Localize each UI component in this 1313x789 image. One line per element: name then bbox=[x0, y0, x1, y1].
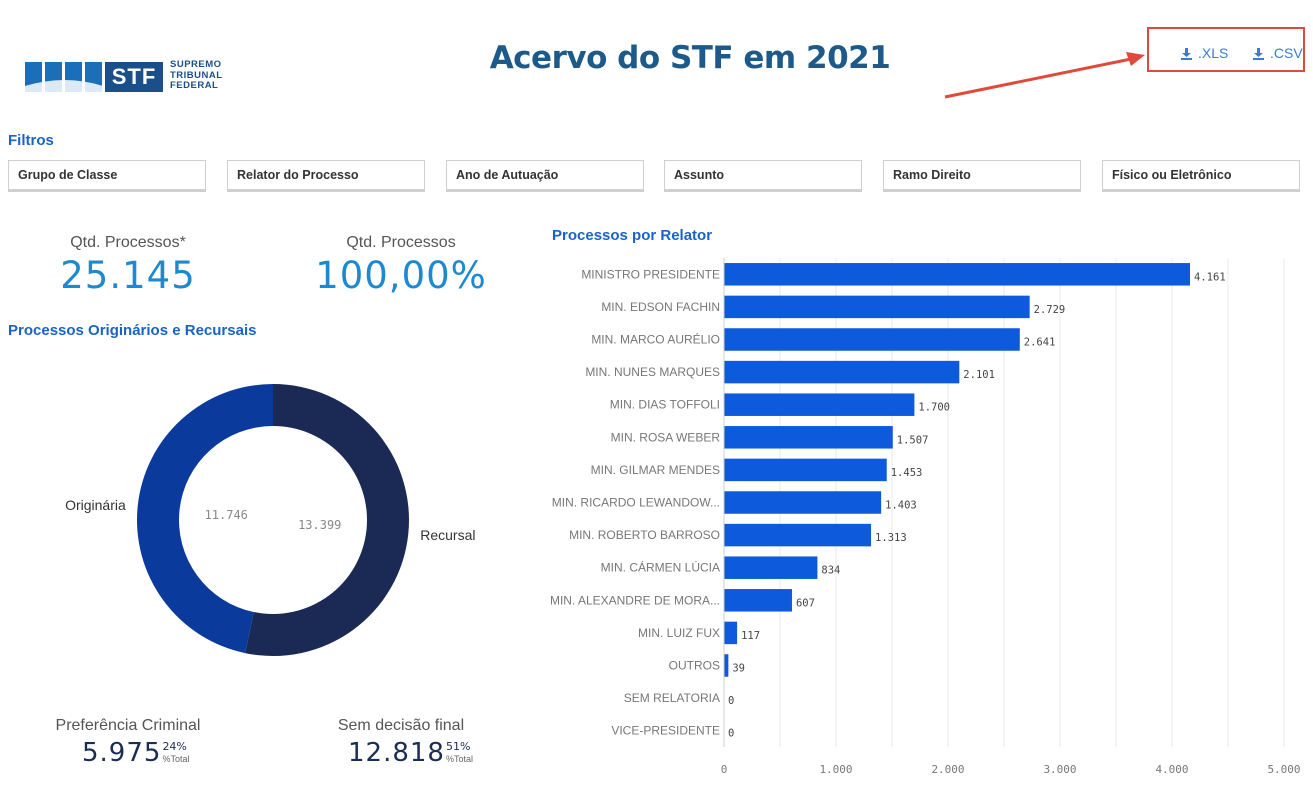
kpi-sem-group: 12.818 51% %Total bbox=[348, 738, 473, 768]
bar-value-label: 0 bbox=[728, 728, 734, 740]
bar-value-label: 2.729 bbox=[1034, 304, 1066, 316]
donut-chart: 13.399 Recursal 11.746 Originária bbox=[65, 384, 475, 656]
filter-label: Relator do Processo bbox=[237, 168, 359, 182]
kpi-pct-label: Qtd. Processos bbox=[346, 234, 456, 251]
kpi-pref-label: Preferência Criminal bbox=[55, 717, 201, 734]
bar-category-label: MIN. DIAS TOFFOLI bbox=[610, 398, 720, 412]
bar-chart-title: Processos por Relator bbox=[552, 227, 713, 244]
kpi-sem-sub: %Total bbox=[445, 754, 473, 764]
bar-category-label: MIN. ROSA WEBER bbox=[611, 430, 721, 444]
bar-value-label: 607 bbox=[796, 597, 815, 609]
filter-ramo-direito[interactable]: Ramo Direito bbox=[883, 160, 1081, 192]
kpi-pref-sub: %Total bbox=[162, 754, 190, 764]
bar[interactable] bbox=[724, 523, 872, 547]
bar-value-label: 1.313 bbox=[875, 532, 907, 544]
x-tick-label: 4.000 bbox=[1155, 763, 1188, 776]
download-icon bbox=[1253, 47, 1264, 60]
bar-category-label: MIN. NUNES MARQUES bbox=[585, 365, 720, 379]
bar[interactable] bbox=[724, 263, 1191, 286]
bar[interactable] bbox=[724, 295, 1030, 319]
bar[interactable] bbox=[724, 393, 915, 416]
bar[interactable] bbox=[724, 589, 792, 612]
bar-value-label: 39 bbox=[732, 663, 745, 675]
filter-label: Grupo de Classe bbox=[18, 168, 118, 182]
export-xls-button[interactable]: .XLS bbox=[1180, 45, 1228, 61]
donut-category-label: Recursal bbox=[420, 527, 475, 543]
kpi-sem-value: 12.818 bbox=[348, 738, 445, 768]
bar-category-label: SEM RELATORIA bbox=[624, 691, 720, 705]
export-xls-label: .XLS bbox=[1198, 45, 1229, 61]
bar[interactable] bbox=[724, 654, 729, 677]
kpi-sem-label: Sem decisão final bbox=[337, 717, 465, 734]
kpi-qtd-value: 25.145 bbox=[60, 254, 196, 297]
kpi-pct-value: 100,00% bbox=[315, 254, 487, 297]
bar-value-label: 2.101 bbox=[963, 369, 995, 381]
bar-category-label: MIN. LUIZ FUX bbox=[638, 626, 720, 640]
logo-line-3: FEDERAL bbox=[170, 80, 219, 91]
kpi-pref-pct-group: 24% %Total bbox=[162, 741, 189, 765]
filters-title: Filtros bbox=[8, 132, 54, 149]
x-tick-label: 3.000 bbox=[1043, 763, 1076, 776]
filter-fisico-ou-eletronico[interactable]: Físico ou Eletrônico bbox=[1102, 160, 1300, 192]
filter-label: Ramo Direito bbox=[893, 168, 971, 182]
kpi-pref-value: 5.975 bbox=[82, 738, 162, 768]
filter-label: Ano de Autuação bbox=[456, 168, 559, 182]
bar-value-label: 834 bbox=[821, 565, 840, 577]
bar-category-label: MIN. CÁRMEN LÚCIA bbox=[601, 560, 720, 575]
bar-category-label: MIN. ALEXANDRE DE MORA... bbox=[550, 593, 720, 607]
bar-value-label: 1.507 bbox=[897, 434, 929, 446]
bar-category-label: MINISTRO PRESIDENTE bbox=[581, 267, 720, 281]
donut-value-label: 11.746 bbox=[205, 508, 248, 522]
bar[interactable] bbox=[724, 621, 738, 645]
kpi-pref-group: 5.975 24% %Total bbox=[82, 738, 189, 768]
x-tick-label: 0 bbox=[721, 763, 728, 776]
x-tick-label: 1.000 bbox=[819, 763, 852, 776]
bar-value-label: 0 bbox=[728, 695, 734, 707]
x-tick-label: 2.000 bbox=[931, 763, 964, 776]
x-tick-label: 5.000 bbox=[1267, 763, 1300, 776]
bar[interactable] bbox=[724, 556, 818, 579]
donut-chart-title: Processos Originários e Recursais bbox=[8, 322, 257, 339]
kpi-qtd-label: Qtd. Processos* bbox=[70, 234, 186, 251]
bar-value-label: 1.700 bbox=[918, 402, 950, 414]
bar-category-label: MIN. GILMAR MENDES bbox=[591, 463, 720, 477]
kpi-sem-pct: 51% bbox=[445, 740, 471, 753]
bar[interactable] bbox=[724, 360, 960, 384]
kpi-pref-pct: 24% bbox=[162, 740, 187, 753]
bar[interactable] bbox=[724, 426, 893, 449]
bar-category-label: VICE-PRESIDENTE bbox=[611, 724, 720, 738]
export-csv-button[interactable]: .CSV bbox=[1252, 45, 1303, 61]
filter-label: Assunto bbox=[674, 168, 724, 182]
filter-relator-do-processo[interactable]: Relator do Processo bbox=[227, 160, 425, 192]
bar-value-label: 1.453 bbox=[891, 467, 923, 479]
bar-value-label: 2.641 bbox=[1024, 337, 1056, 349]
bar-category-label: MIN. RICARDO LEWANDOW... bbox=[552, 496, 720, 510]
bar-value-label: 1.403 bbox=[885, 500, 917, 512]
export-csv-label: .CSV bbox=[1270, 45, 1303, 61]
bar-category-label: MIN. MARCO AURÉLIO bbox=[591, 332, 720, 347]
download-icon bbox=[1181, 47, 1192, 60]
bar[interactable] bbox=[724, 328, 1020, 351]
filter-ano-de-autuacao[interactable]: Ano de Autuação bbox=[446, 160, 644, 192]
bar[interactable] bbox=[724, 458, 887, 482]
filter-grupo-de-classe[interactable]: Grupo de Classe bbox=[8, 160, 206, 192]
bar-category-label: MIN. EDSON FACHIN bbox=[601, 300, 720, 314]
kpi-sem-pct-group: 51% %Total bbox=[446, 741, 473, 765]
bar[interactable] bbox=[724, 491, 882, 514]
bar-category-label: OUTROS bbox=[669, 659, 720, 673]
donut-category-label: Originária bbox=[65, 497, 126, 513]
bar-value-label: 117 bbox=[741, 630, 760, 642]
annotation-arrow-icon bbox=[944, 52, 1145, 99]
bar-category-label: MIN. ROBERTO BARROSO bbox=[569, 528, 720, 542]
bar-chart: 0 1.000 2.000 3.000 4.000 5.000 MINISTRO PRESI… bbox=[550, 258, 1301, 776]
donut-value-label: 13.399 bbox=[298, 518, 341, 532]
bar-value-label: 4.161 bbox=[1194, 271, 1226, 283]
filter-label: Físico ou Eletrônico bbox=[1112, 168, 1232, 182]
filter-assunto[interactable]: Assunto bbox=[664, 160, 862, 192]
